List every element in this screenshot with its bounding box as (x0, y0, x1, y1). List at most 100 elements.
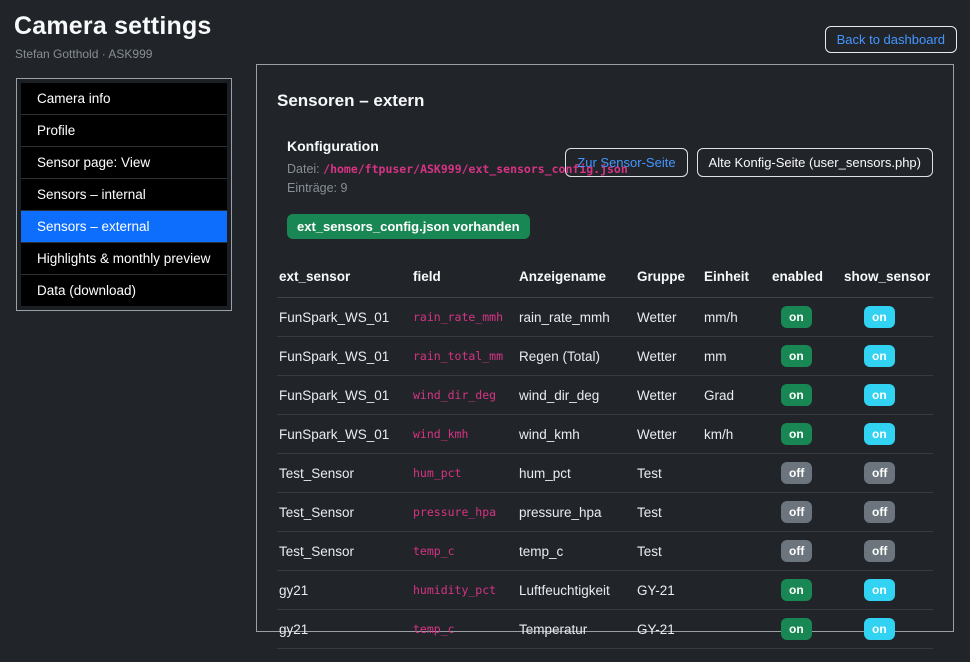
field-cell: wind_kmh (411, 415, 517, 454)
enabled-cell: on (770, 298, 842, 337)
sensor-table-body: FunSpark_WS_01rain_rate_mmhrain_rate_mmh… (277, 298, 933, 649)
anzeigename-cell: Regen (Total) (517, 337, 635, 376)
enabled-badge[interactable]: on (781, 345, 812, 367)
show-sensor-badge[interactable]: on (864, 306, 895, 328)
anzeigename-cell: wind_kmh (517, 415, 635, 454)
show-sensor-cell: on (842, 376, 933, 415)
sensor-page-link-button[interactable]: Zur Sensor-Seite (565, 148, 687, 177)
show-sensor-badge[interactable]: on (864, 384, 895, 406)
anzeigename-cell: pressure_hpa (517, 493, 635, 532)
show-sensor-cell: off (842, 454, 933, 493)
field-cell: rain_rate_mmh (411, 298, 517, 337)
field-cell: humidity_pct (411, 571, 517, 610)
enabled-cell: on (770, 337, 842, 376)
enabled-cell: off (770, 493, 842, 532)
einheit-cell (702, 454, 770, 493)
col-header-ext-sensor: ext_sensor (277, 269, 411, 298)
config-file-label: Datei: (287, 162, 320, 176)
enabled-cell: on (770, 610, 842, 649)
einheit-cell: Grad (702, 376, 770, 415)
field-cell: rain_total_mm (411, 337, 517, 376)
show-sensor-cell: on (842, 415, 933, 454)
config-entries-count: 9 (341, 181, 348, 195)
ext-sensor-cell: FunSpark_WS_01 (277, 415, 411, 454)
field-cell: pressure_hpa (411, 493, 517, 532)
enabled-badge[interactable]: off (781, 501, 812, 523)
einheit-cell: km/h (702, 415, 770, 454)
sidebar-item-highlights-monthly-preview[interactable]: Highlights & monthly preview (21, 243, 227, 275)
show-sensor-badge[interactable]: on (864, 618, 895, 640)
sidebar-item-profile[interactable]: Profile (21, 115, 227, 147)
config-section: Konfiguration Datei: /home/ftpuser/ASK99… (287, 138, 933, 239)
config-entries-line: Einträge: 9 (287, 181, 933, 195)
field-cell: hum_pct (411, 454, 517, 493)
gruppe-cell: GY-21 (635, 571, 702, 610)
sidebar-item-data-download[interactable]: Data (download) (21, 275, 227, 306)
einheit-cell (702, 493, 770, 532)
anzeigename-cell: hum_pct (517, 454, 635, 493)
enabled-badge[interactable]: on (781, 423, 812, 445)
col-header-gruppe: Gruppe (635, 269, 702, 298)
col-header-enabled: enabled (770, 269, 842, 298)
gruppe-cell: Wetter (635, 298, 702, 337)
enabled-badge[interactable]: on (781, 306, 812, 328)
enabled-badge[interactable]: on (781, 384, 812, 406)
ext-sensor-cell: gy21 (277, 610, 411, 649)
back-to-dashboard-button[interactable]: Back to dashboard (825, 26, 957, 53)
page-subtitle: Stefan Gotthold · ASK999 (15, 47, 152, 61)
page-title: Camera settings (14, 12, 212, 41)
table-row: FunSpark_WS_01wind_kmhwind_kmhWetterkm/h… (277, 415, 933, 454)
enabled-cell: on (770, 571, 842, 610)
enabled-badge[interactable]: on (781, 618, 812, 640)
config-buttons: Zur Sensor-Seite Alte Konfig-Seite (user… (565, 148, 933, 177)
enabled-badge[interactable]: on (781, 579, 812, 601)
einheit-cell (702, 532, 770, 571)
enabled-cell: on (770, 376, 842, 415)
table-row: gy21temp_cTemperaturGY-21onon (277, 610, 933, 649)
anzeigename-cell: wind_dir_deg (517, 376, 635, 415)
ext-sensor-cell: FunSpark_WS_01 (277, 298, 411, 337)
table-header-row: ext_sensor field Anzeigename Gruppe Einh… (277, 269, 933, 298)
sidebar-item-sensor-page-view[interactable]: Sensor page: View (21, 147, 227, 179)
anzeigename-cell: temp_c (517, 532, 635, 571)
table-row: FunSpark_WS_01rain_total_mmRegen (Total)… (277, 337, 933, 376)
gruppe-cell: Wetter (635, 415, 702, 454)
sidebar: Camera infoProfileSensor page: ViewSenso… (16, 78, 232, 311)
enabled-badge[interactable]: off (781, 540, 812, 562)
ext-sensor-cell: Test_Sensor (277, 493, 411, 532)
sidebar-item-camera-info[interactable]: Camera info (21, 83, 227, 115)
show-sensor-badge[interactable]: off (864, 462, 895, 484)
enabled-cell: off (770, 532, 842, 571)
sidebar-item-sensors-internal[interactable]: Sensors – internal (21, 179, 227, 211)
gruppe-cell: Test (635, 532, 702, 571)
show-sensor-badge[interactable]: on (864, 579, 895, 601)
field-cell: wind_dir_deg (411, 376, 517, 415)
enabled-cell: off (770, 454, 842, 493)
show-sensor-badge[interactable]: on (864, 423, 895, 445)
ext-sensor-cell: FunSpark_WS_01 (277, 376, 411, 415)
col-header-field: field (411, 269, 517, 298)
col-header-einheit: Einheit (702, 269, 770, 298)
show-sensor-badge[interactable]: on (864, 345, 895, 367)
show-sensor-badge[interactable]: off (864, 501, 895, 523)
anzeigename-cell: Luftfeuchtigkeit (517, 571, 635, 610)
old-config-page-button[interactable]: Alte Konfig-Seite (user_sensors.php) (697, 148, 933, 177)
sidebar-item-sensors-external[interactable]: Sensors – external (21, 211, 227, 243)
table-row: Test_Sensorpressure_hpapressure_hpaTesto… (277, 493, 933, 532)
enabled-badge[interactable]: off (781, 462, 812, 484)
show-sensor-cell: on (842, 610, 933, 649)
show-sensor-cell: on (842, 298, 933, 337)
table-row: FunSpark_WS_01wind_dir_degwind_dir_degWe… (277, 376, 933, 415)
show-sensor-badge[interactable]: off (864, 540, 895, 562)
table-row: gy21humidity_pctLuftfeuchtigkeitGY-21ono… (277, 571, 933, 610)
field-cell: temp_c (411, 610, 517, 649)
gruppe-cell: Test (635, 454, 702, 493)
table-row: FunSpark_WS_01rain_rate_mmhrain_rate_mmh… (277, 298, 933, 337)
enabled-cell: on (770, 415, 842, 454)
config-exists-badge: ext_sensors_config.json vorhanden (287, 214, 530, 239)
einheit-cell: mm (702, 337, 770, 376)
panel-title: Sensoren – extern (277, 91, 933, 111)
show-sensor-cell: on (842, 571, 933, 610)
table-row: Test_Sensortemp_ctemp_cTestoffoff (277, 532, 933, 571)
gruppe-cell: Wetter (635, 376, 702, 415)
